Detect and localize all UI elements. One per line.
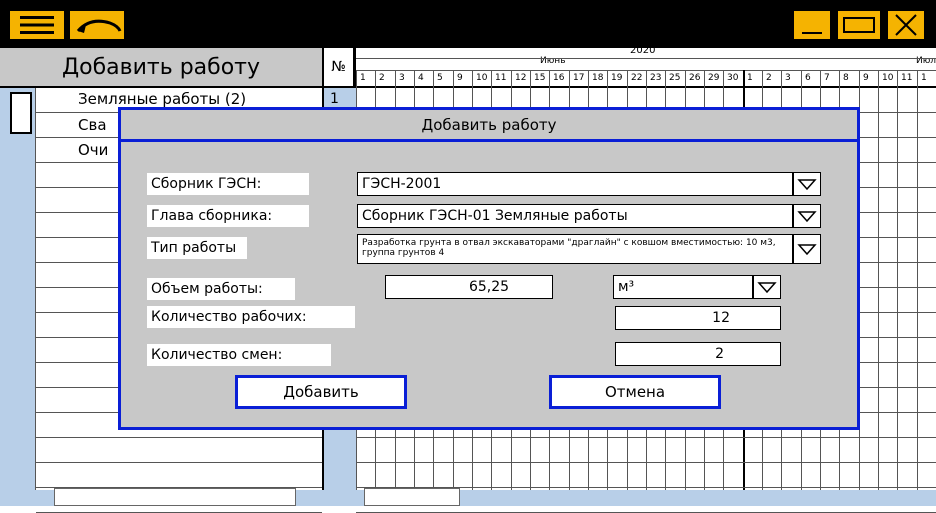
volume-field[interactable]: 65,25 xyxy=(385,275,553,299)
grid-column-line xyxy=(897,70,898,506)
close-button[interactable] xyxy=(886,9,926,41)
calendar-day: 15 xyxy=(534,73,546,83)
calendar-day: 11 xyxy=(495,73,507,83)
calendar-day: 10 xyxy=(476,73,488,83)
unit-field[interactable]: м³ xyxy=(613,275,753,299)
unit-dropdown[interactable] xyxy=(753,275,781,299)
calendar-year: 2020 xyxy=(630,45,656,56)
calendar-day: 1 xyxy=(921,73,927,83)
calendar-day: 16 xyxy=(553,73,565,83)
grid-row-line xyxy=(356,437,936,438)
hamburger-menu-icon xyxy=(20,16,54,34)
back-arrow-icon xyxy=(76,19,122,33)
calendar-day: 8 xyxy=(843,73,849,83)
calendar-day: 3 xyxy=(399,73,405,83)
shifts-field[interactable]: 2 xyxy=(615,342,781,366)
calendar-day: 9 xyxy=(457,73,463,83)
grid-column-line xyxy=(878,70,879,506)
row-selector-strip xyxy=(0,88,36,506)
calendar-day: 12 xyxy=(515,73,527,83)
dialog-title: Добавить работу xyxy=(121,110,857,142)
dropdown-arrow-icon xyxy=(797,179,817,191)
collection-dropdown[interactable] xyxy=(793,172,821,196)
calendar-day: 22 xyxy=(631,73,643,83)
calendar-day: 2 xyxy=(766,73,772,83)
task-name[interactable]: Сва xyxy=(78,116,107,134)
calendar-day: 19 xyxy=(611,73,623,83)
number-column-header: № xyxy=(324,48,356,88)
calendar-day: 4 xyxy=(418,73,424,83)
volume-label: Объем работы: xyxy=(147,278,295,300)
dropdown-arrow-icon xyxy=(797,244,817,256)
chapter-dropdown[interactable] xyxy=(793,204,821,228)
shifts-label: Количество смен: xyxy=(147,344,331,366)
calendar-day: 2 xyxy=(379,73,385,83)
close-icon xyxy=(895,14,917,36)
calendar-day: 11 xyxy=(901,73,913,83)
calendar-day: 18 xyxy=(592,73,604,83)
worktype-dropdown[interactable] xyxy=(793,234,821,264)
maximize-button[interactable] xyxy=(836,9,882,41)
header-divider xyxy=(356,58,936,59)
calendar-day: 30 xyxy=(727,73,739,83)
calendar-day: 29 xyxy=(708,73,720,83)
worktype-field[interactable]: Разработка грунта в отвал экскаваторами … xyxy=(357,234,793,264)
dropdown-arrow-icon xyxy=(797,211,817,223)
row-checkbox[interactable] xyxy=(10,92,32,134)
maximize-icon xyxy=(843,17,875,33)
task-name[interactable]: Земляные работы (2) xyxy=(78,90,246,108)
calendar-day: 26 xyxy=(689,73,701,83)
cancel-button[interactable]: Отмена xyxy=(549,375,721,409)
bottom-scrollbar[interactable] xyxy=(54,488,296,506)
task-name[interactable]: Очи xyxy=(78,141,108,159)
calendar-day: 10 xyxy=(882,73,894,83)
add-button[interactable]: Добавить xyxy=(235,375,407,409)
calendar-day: 25 xyxy=(669,73,681,83)
chapter-label: Глава сборника: xyxy=(147,205,309,227)
workers-field[interactable]: 12 xyxy=(615,306,781,330)
calendar-day: 23 xyxy=(650,73,662,83)
calendar-day: 6 xyxy=(805,73,811,83)
calendar-day: 5 xyxy=(437,73,443,83)
chapter-field[interactable]: Сборник ГЭСН-01 Земляные работы xyxy=(357,204,793,228)
calendar-day: 17 xyxy=(573,73,585,83)
collection-field[interactable]: ГЭСН-2001 xyxy=(357,172,793,196)
calendar-day: 7 xyxy=(824,73,830,83)
add-work-dialog: Добавить работу Сборник ГЭСН: ГЭСН-2001 … xyxy=(118,107,860,430)
back-button[interactable] xyxy=(68,9,126,41)
collection-label: Сборник ГЭСН: xyxy=(147,173,309,195)
row-divider xyxy=(36,462,322,463)
add-work-header[interactable]: Добавить работу xyxy=(0,48,322,88)
dropdown-arrow-icon xyxy=(757,282,777,294)
row-divider xyxy=(36,437,322,438)
minimize-icon xyxy=(802,32,822,34)
bottom-scrollbar[interactable] xyxy=(364,488,460,506)
calendar-day: 1 xyxy=(747,73,753,83)
menu-button[interactable] xyxy=(8,9,66,41)
worktype-label: Тип работы xyxy=(147,237,247,259)
grid-column-line xyxy=(917,70,918,506)
calendar-day: 1 xyxy=(360,73,366,83)
workers-label: Количество рабочих: xyxy=(147,306,355,328)
task-number: 1 xyxy=(330,91,339,107)
calendar-day: 9 xyxy=(863,73,869,83)
minimize-button[interactable] xyxy=(792,9,832,41)
calendar-day: 3 xyxy=(785,73,791,83)
grid-row-line xyxy=(356,462,936,463)
